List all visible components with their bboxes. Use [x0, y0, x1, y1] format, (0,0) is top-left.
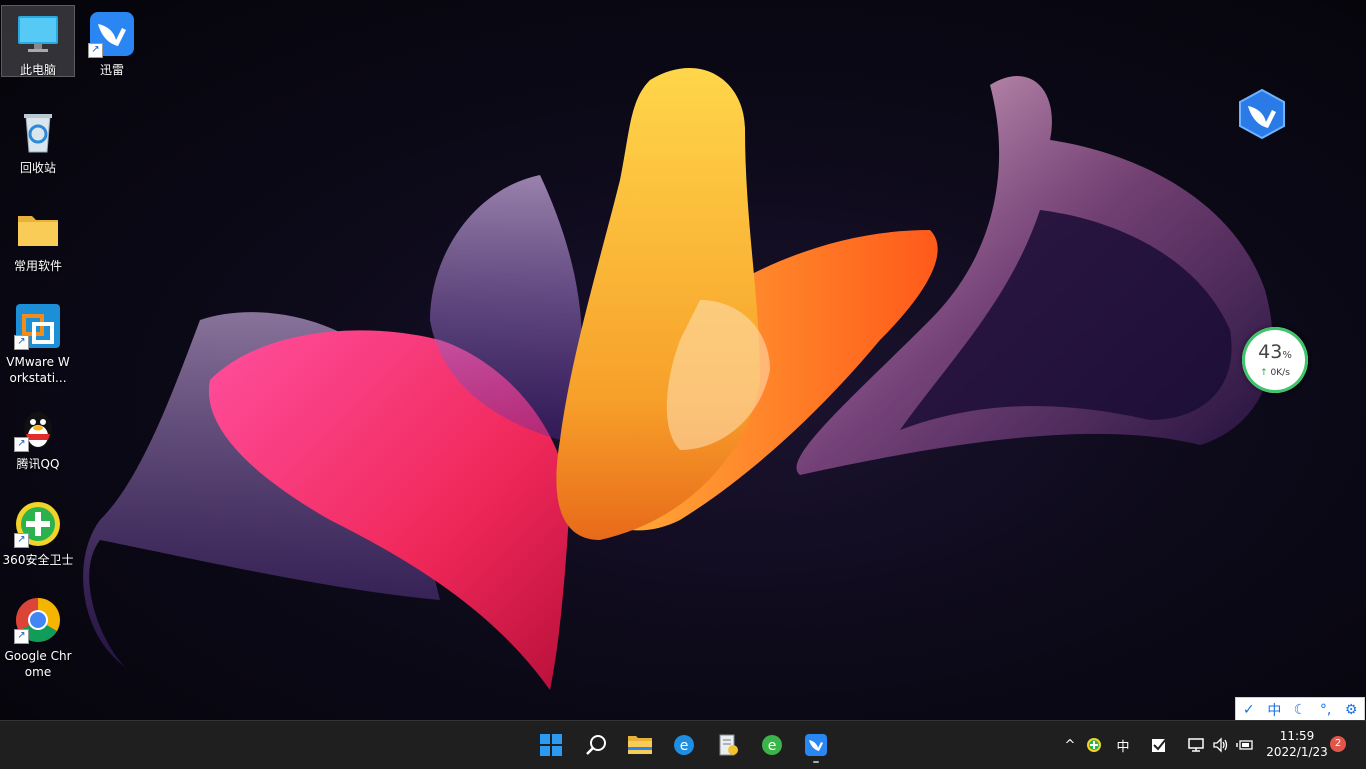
desktop-icon-vmware[interactable]: ↗ VMware Workstati...	[2, 298, 74, 386]
file-explorer-button[interactable]	[622, 727, 658, 763]
ime-moon-icon[interactable]: ☾	[1290, 702, 1310, 718]
ie-button[interactable]: e	[666, 727, 702, 763]
desktop-icon-common-software[interactable]: 常用软件	[2, 202, 74, 273]
shortcut-arrow-icon: ↗	[14, 437, 29, 452]
desktop-wallpaper	[0, 0, 1366, 720]
tray-task-icon[interactable]	[1148, 721, 1170, 769]
vmware-icon: ↗	[14, 302, 62, 350]
360-browser-button[interactable]: e	[754, 727, 790, 763]
shortcut-arrow-icon: ↗	[14, 335, 29, 350]
desktop-icon-chrome[interactable]: ↗ Google Chrome	[2, 592, 74, 680]
tray-360-icon[interactable]	[1084, 721, 1104, 769]
qq-icon: ↗	[14, 404, 62, 452]
folder-icon	[14, 206, 62, 254]
desktop-icon-this-pc[interactable]: 此电脑	[1, 5, 75, 77]
shortcut-arrow-icon: ↗	[88, 43, 103, 58]
start-icon	[540, 734, 562, 756]
thunder-icon: ↗	[88, 10, 136, 58]
notification-badge[interactable]: 2	[1330, 736, 1346, 752]
taskbar-clock[interactable]: 11:59 2022/1/23	[1266, 728, 1328, 760]
chrome-icon: ↗	[14, 596, 62, 644]
upload-speed: ↑ 0K/s	[1260, 368, 1290, 378]
tray-volume-icon[interactable]	[1210, 721, 1232, 769]
clock-date: 2022/1/23	[1266, 745, 1328, 759]
ime-chinese-mode-button[interactable]: 中	[1264, 700, 1284, 720]
battery-plug-icon	[1236, 740, 1253, 750]
svg-text:e: e	[768, 738, 777, 754]
thunder-icon	[805, 734, 827, 756]
shortcut-arrow-icon: ↗	[14, 533, 29, 548]
notepad-button[interactable]	[710, 727, 746, 763]
network-speed-widget[interactable]: 43% ↑ 0K/s	[1242, 327, 1308, 393]
360-icon	[1087, 738, 1101, 752]
checkbox-icon	[1152, 738, 1167, 752]
ime-settings-icon[interactable]: ⚙	[1341, 702, 1361, 718]
recycle-bin-icon	[14, 108, 62, 156]
desktop-icon-recycle-bin[interactable]: 回收站	[2, 104, 74, 175]
desktop-icon-qq[interactable]: ↗ 腾讯QQ	[2, 400, 74, 471]
tray-overflow-chevron[interactable]: ^	[1060, 721, 1080, 769]
shortcut-arrow-icon: ↗	[14, 629, 29, 644]
network-icon	[1188, 738, 1204, 752]
memory-percent: 43%	[1258, 341, 1292, 363]
search-button[interactable]	[578, 727, 614, 763]
360-icon: ↗	[14, 500, 62, 548]
tray-network-icon[interactable]	[1186, 721, 1208, 769]
volume-icon	[1213, 737, 1228, 753]
wallpaper-art	[83, 68, 1273, 690]
clock-time: 11:59	[1279, 729, 1315, 743]
thunder-float-widget[interactable]	[1236, 88, 1288, 140]
thunder-icon	[1239, 88, 1285, 140]
tray-battery-icon[interactable]	[1234, 721, 1256, 769]
ime-expand-button[interactable]: ✓	[1239, 702, 1259, 718]
ie-icon: e	[674, 735, 694, 755]
notepad-icon	[719, 734, 738, 756]
desktop-icon-thunder[interactable]: ↗ 迅雷	[76, 6, 148, 77]
desktop-icon-360-safe[interactable]: ↗ 360安全卫士	[0, 496, 76, 567]
computer-icon	[14, 10, 62, 58]
search-icon	[586, 735, 606, 755]
start-button[interactable]	[533, 727, 569, 763]
running-indicator	[813, 761, 819, 763]
360-browser-icon: e	[762, 735, 782, 755]
thunder-taskbar-button[interactable]	[798, 727, 834, 763]
file-explorer-icon	[628, 736, 652, 754]
ime-punctuation-button[interactable]: °,	[1316, 702, 1336, 718]
tray-ime-indicator[interactable]: 中	[1112, 721, 1134, 769]
svg-text:e: e	[680, 738, 689, 754]
taskbar: e e ^ 中	[0, 720, 1366, 769]
